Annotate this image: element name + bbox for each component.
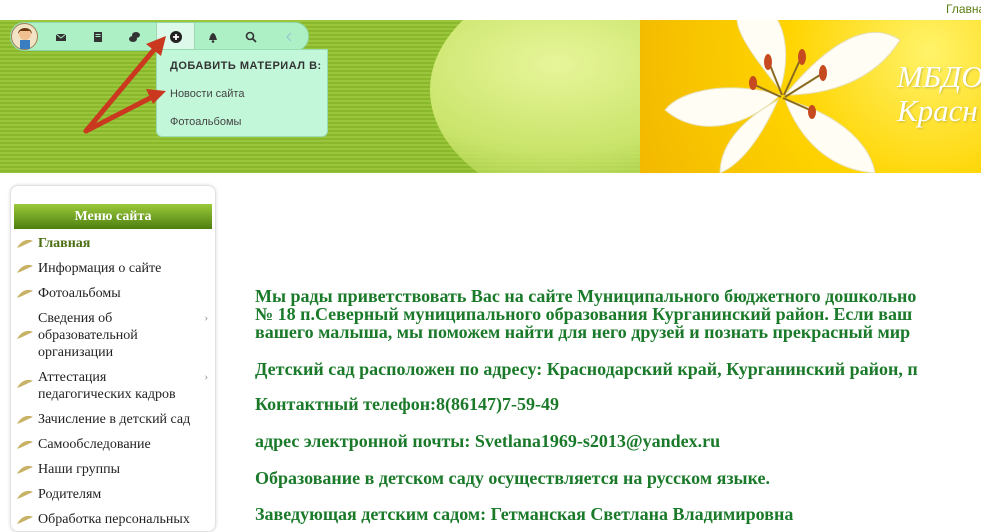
chevron-right-icon: › — [204, 312, 208, 324]
sidebar-item-label: Родителям — [38, 487, 102, 502]
search-icon — [245, 31, 257, 43]
sidebar-item-photoalbums[interactable]: Фотоальбомы — [17, 285, 202, 302]
sidebar-menu: Меню сайта Главная Информация о сайте Фо… — [10, 185, 216, 532]
sidebar-item-home[interactable]: Главная — [17, 235, 202, 252]
leaf-bullet-icon — [17, 465, 33, 474]
school-name: МБДО Красн — [897, 60, 981, 128]
sidebar-item-groups[interactable]: Наши группы — [17, 461, 202, 478]
sidebar-item-label: Обработка персональных — [38, 512, 190, 527]
mail-button[interactable] — [42, 23, 79, 50]
search-button[interactable] — [232, 23, 269, 50]
add-material-dropdown: ДОБАВИТЬ МАТЕРИАЛ В: Новости сайта Фотоа… — [156, 49, 328, 137]
sidebar-item-personal-data[interactable]: Обработка персональных — [17, 511, 202, 528]
chevron-left-icon — [285, 32, 291, 41]
address-text: Детский сад расположен по адресу: Красно… — [255, 359, 918, 379]
chat-icon — [128, 31, 140, 42]
sidebar-item-label: Сведения об образовательной организации — [38, 311, 138, 360]
sidebar-item-label: Главная — [38, 236, 91, 251]
sidebar-item-label: Самообследование — [38, 437, 151, 452]
welcome-line-2: № 18 п.Северный муниципального образован… — [255, 304, 913, 324]
top-home-link[interactable]: Главна — [946, 2, 981, 16]
sidebar-item-enrollment[interactable]: Зачисление в детский сад — [17, 411, 202, 428]
leaf-bullet-icon — [17, 289, 33, 298]
sidebar-item-site-info[interactable]: Информация о сайте — [17, 260, 202, 277]
document-icon — [93, 31, 102, 42]
leaf-bullet-icon — [17, 440, 33, 449]
school-name-line2: Красн — [897, 93, 978, 128]
dropdown-item-news[interactable]: Новости сайта — [170, 88, 244, 100]
notifications-button[interactable] — [194, 23, 231, 50]
sidebar-item-attestation[interactable]: Аттестация педагогических кадров › — [17, 369, 208, 403]
welcome-line-1: Мы рады приветствовать Вас на сайте Муни… — [255, 286, 917, 306]
sidebar-item-label: Фотоальбомы — [38, 286, 121, 301]
leaf-bullet-icon — [17, 490, 33, 499]
chat-button[interactable] — [116, 23, 153, 50]
phone-text: Контактный телефон:8(86147)7-59-49 — [255, 394, 560, 414]
welcome-line-3: вашего малыша, мы поможем найти для него… — [255, 322, 911, 342]
avatar-icon — [18, 28, 32, 49]
leaf-bullet-icon — [17, 379, 33, 388]
header-top-strip — [0, 0, 981, 20]
add-material-button[interactable] — [156, 23, 195, 50]
leaf-bullet-icon — [17, 515, 33, 524]
menu-title: Меню сайта — [14, 204, 212, 229]
bell-icon — [208, 32, 217, 43]
mail-icon — [55, 33, 66, 41]
language-text: Образование в детском саду осуществляетс… — [255, 468, 771, 488]
ucoz-toolbar — [10, 22, 309, 51]
chevron-right-icon: › — [204, 371, 208, 383]
email-text: адрес электронной почты: Svetlana1969-s2… — [255, 431, 721, 451]
collapse-toolbar-button[interactable] — [270, 23, 307, 50]
leaf-bullet-icon — [17, 330, 33, 339]
sidebar-item-self-assessment[interactable]: Самообследование — [17, 436, 202, 453]
sidebar-item-label: Аттестация педагогических кадров — [38, 370, 176, 402]
leaf-bullet-icon — [17, 264, 33, 273]
head-text: Заведующая детским садом: Гетманская Све… — [255, 504, 794, 524]
avatar[interactable] — [11, 23, 38, 50]
sidebar-item-parents[interactable]: Родителям — [17, 486, 202, 503]
plus-circle-icon — [169, 30, 182, 43]
leaf-bullet-icon — [17, 415, 33, 424]
sidebar-item-label: Наши группы — [38, 462, 121, 477]
document-button[interactable] — [79, 23, 116, 50]
dropdown-title: ДОБАВИТЬ МАТЕРИАЛ В: — [170, 60, 322, 72]
sidebar-item-label: Информация о сайте — [38, 261, 162, 276]
lily-flower-image — [664, 0, 901, 173]
leaf-bullet-icon — [17, 239, 33, 248]
sidebar-item-org-info[interactable]: Сведения об образовательной организации … — [17, 310, 208, 361]
school-name-line1: МБДО — [897, 59, 981, 94]
sidebar-item-label: Зачисление в детский сад — [38, 412, 191, 427]
dropdown-item-photoalbums[interactable]: Фотоальбомы — [170, 116, 241, 128]
